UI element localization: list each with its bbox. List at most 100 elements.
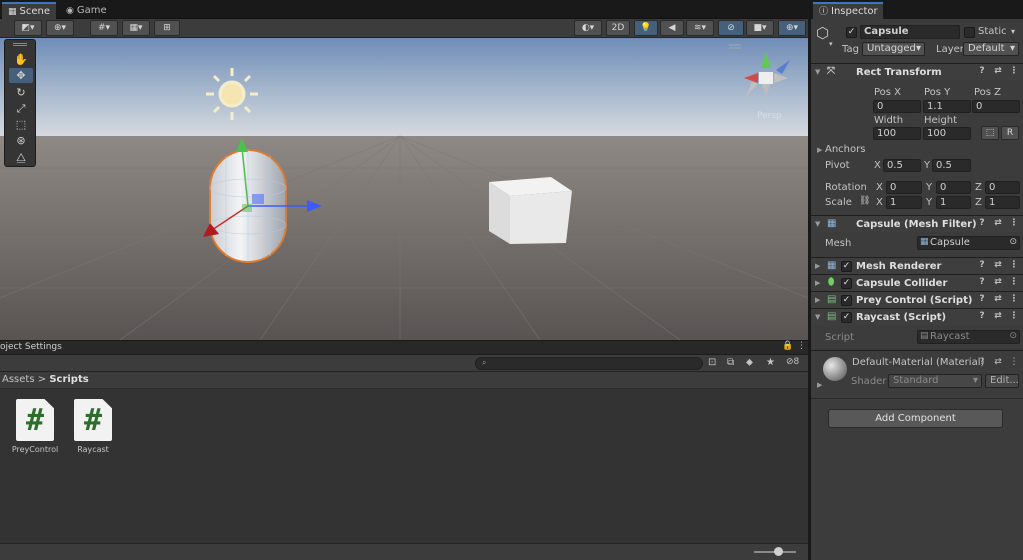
help-icon[interactable]: ?: [977, 311, 987, 321]
global-local-button[interactable]: ⊕▾: [46, 20, 74, 36]
label-icon[interactable]: ⬥: [746, 357, 753, 368]
tab-game[interactable]: ◉ Game: [60, 2, 112, 19]
mesh-filter-header[interactable]: ▼ ▦ Capsule (Mesh Filter) ? ⇄ ⋮: [811, 215, 1023, 232]
static-checkbox[interactable]: [964, 27, 975, 38]
grid-snap-button[interactable]: #▾: [90, 20, 118, 36]
scale-x-field[interactable]: 1: [886, 196, 922, 209]
shader-edit-button[interactable]: Edit...: [985, 374, 1019, 388]
preset-icon[interactable]: ⇄: [993, 294, 1003, 304]
component-enabled-checkbox[interactable]: ✓: [841, 312, 852, 323]
foldout-arrow-icon[interactable]: ▶: [817, 146, 822, 154]
static-dropdown-icon[interactable]: ▾: [1011, 27, 1015, 36]
pos-y-field[interactable]: 1.1: [923, 100, 971, 113]
preset-icon[interactable]: ⇄: [993, 260, 1003, 270]
pos-x-field[interactable]: 0: [873, 100, 921, 113]
increment-snap-button[interactable]: ⊞: [154, 20, 180, 36]
help-icon[interactable]: ?: [977, 357, 987, 367]
asset-preycontrol[interactable]: # PreyControl: [5, 399, 65, 454]
scale-tool-button[interactable]: ⤢: [9, 101, 33, 116]
raw-edit-button[interactable]: R: [1001, 126, 1019, 140]
object-name-field[interactable]: Capsule: [860, 25, 960, 39]
tab-scene[interactable]: ▦ Scene: [2, 2, 56, 19]
context-menu-icon[interactable]: ⋮: [1009, 311, 1019, 321]
anchors-label[interactable]: Anchors: [825, 144, 865, 155]
rotation-y-field[interactable]: 0: [936, 181, 971, 194]
preset-icon[interactable]: ⇄: [993, 357, 1003, 367]
chevron-down-icon[interactable]: ▾: [829, 40, 833, 48]
2d-toggle[interactable]: 2D: [606, 20, 630, 36]
hand-tool-button[interactable]: ✋: [9, 52, 33, 67]
breadcrumb-assets[interactable]: Assets: [2, 374, 35, 385]
link-icon[interactable]: ⛓: [859, 196, 870, 206]
gizmos-button[interactable]: ⊕▾: [778, 20, 806, 36]
help-icon[interactable]: ?: [977, 260, 987, 270]
component-enabled-checkbox[interactable]: ✓: [841, 261, 852, 272]
more-menu-icon[interactable]: ⋮: [797, 341, 806, 351]
context-menu-icon[interactable]: ⋮: [1009, 260, 1019, 270]
project-search-input[interactable]: ⌕: [475, 357, 703, 370]
scale-z-field[interactable]: 1: [985, 196, 1020, 209]
filter-icon[interactable]: ⧉: [727, 357, 734, 368]
breadcrumb-scripts[interactable]: Scripts: [49, 374, 88, 385]
scale-y-field[interactable]: 1: [936, 196, 971, 209]
asset-raycast[interactable]: # Raycast: [63, 399, 123, 454]
help-icon[interactable]: ?: [977, 218, 987, 228]
palette-handle[interactable]: [13, 43, 27, 46]
preset-icon[interactable]: ⇄: [993, 66, 1003, 76]
pivot-x-field[interactable]: 0.5: [883, 159, 921, 172]
transform-tool-button[interactable]: ⊛: [9, 133, 33, 148]
hidden-objects-toggle[interactable]: ⊘: [718, 20, 744, 36]
context-menu-icon[interactable]: ⋮: [1009, 294, 1019, 304]
add-component-button[interactable]: Add Component: [828, 409, 1003, 428]
rotate-tool-button[interactable]: ↻: [9, 85, 33, 100]
favorite-star-icon[interactable]: ★: [766, 357, 775, 368]
preset-icon[interactable]: ⇄: [993, 218, 1003, 228]
tab-inspector[interactable]: ⓘ Inspector: [813, 2, 883, 19]
rect-tool-button[interactable]: ⬚: [9, 117, 33, 132]
context-menu-icon[interactable]: ⋮: [1009, 66, 1019, 76]
search-by-type-icon[interactable]: ⊡: [708, 357, 716, 368]
width-field[interactable]: 100: [873, 127, 921, 140]
icon-size-slider-thumb[interactable]: [774, 547, 783, 556]
rotation-z-field[interactable]: 0: [985, 181, 1020, 194]
preset-icon[interactable]: ⇄: [993, 311, 1003, 321]
help-icon[interactable]: ?: [977, 294, 987, 304]
rect-transform-header[interactable]: ▼ ⤧ Rect Transform ? ⇄ ⋮: [811, 63, 1023, 80]
pos-z-field[interactable]: 0: [972, 100, 1020, 113]
rotation-x-field[interactable]: 0: [886, 181, 922, 194]
context-menu-icon[interactable]: ⋮: [1009, 277, 1019, 287]
prey-control-header[interactable]: ▶ ▤ ✓ Prey Control (Script) ? ⇄ ⋮: [811, 291, 1023, 308]
help-icon[interactable]: ?: [977, 277, 987, 287]
raycast-script-header[interactable]: ▼ ▤ ✓ Raycast (Script) ? ⇄ ⋮: [811, 308, 1023, 325]
blueprint-mode-button[interactable]: ⬚: [981, 126, 999, 140]
hidden-packages-icon[interactable]: ⊘8: [786, 357, 799, 367]
lock-icon[interactable]: 🔒: [782, 341, 793, 351]
context-menu-icon[interactable]: ⋮: [1009, 357, 1019, 367]
foldout-arrow-icon[interactable]: ▶: [817, 381, 822, 389]
tag-dropdown[interactable]: Untagged ▾: [862, 42, 925, 56]
draw-mode-shaded-button[interactable]: ◐▾: [574, 20, 602, 36]
tab-project-settings[interactable]: oject Settings: [0, 342, 62, 352]
scene-viewport[interactable]: Persp: [0, 38, 808, 340]
camera-button[interactable]: ■▾: [746, 20, 774, 36]
layer-dropdown[interactable]: Default ▾: [963, 42, 1019, 56]
draw-mode-button[interactable]: ◩▾: [14, 20, 42, 36]
mesh-object-field[interactable]: ▦ Capsule ⊙: [917, 236, 1020, 250]
pivot-y-field[interactable]: 0.5: [932, 159, 971, 172]
active-checkbox[interactable]: ✓: [846, 27, 857, 38]
context-menu-icon[interactable]: ⋮: [1009, 218, 1019, 228]
move-tool-button[interactable]: ✥: [9, 68, 33, 83]
object-picker-icon[interactable]: ⊙: [1009, 237, 1017, 248]
effects-toggle[interactable]: ≋▾: [686, 20, 714, 36]
projection-label[interactable]: Persp: [757, 111, 782, 121]
grid-visibility-button[interactable]: ▦▾: [122, 20, 150, 36]
lighting-toggle[interactable]: 💡: [634, 20, 658, 36]
audio-toggle[interactable]: ◀: [660, 20, 684, 36]
help-icon[interactable]: ?: [977, 66, 987, 76]
capsule-collider-header[interactable]: ▶ ⬮ ✓ Capsule Collider ? ⇄ ⋮: [811, 274, 1023, 291]
mesh-renderer-header[interactable]: ▶ ▦ ✓ Mesh Renderer ? ⇄ ⋮: [811, 257, 1023, 274]
preset-icon[interactable]: ⇄: [993, 277, 1003, 287]
height-field[interactable]: 100: [923, 127, 971, 140]
component-enabled-checkbox[interactable]: ✓: [841, 295, 852, 306]
custom-tool-button[interactable]: ⧋: [9, 150, 33, 165]
